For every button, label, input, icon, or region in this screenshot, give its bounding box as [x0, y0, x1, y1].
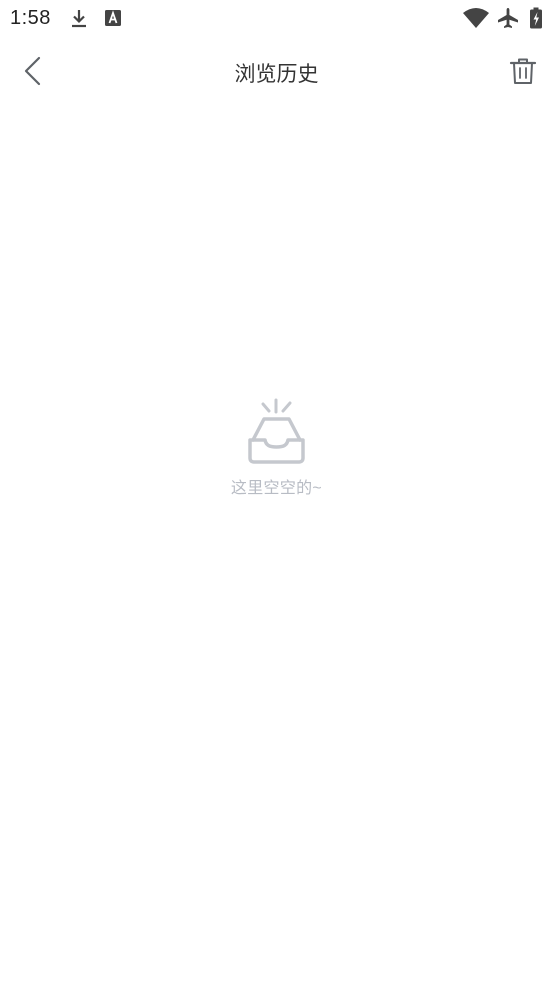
app-bar: 浏览历史: [0, 36, 553, 106]
download-icon: [68, 7, 90, 29]
airplane-mode-icon: [496, 7, 520, 29]
battery-charging-icon: [529, 7, 543, 29]
trash-icon: [509, 58, 537, 84]
status-time: 1:58: [10, 7, 51, 29]
wifi-icon: [462, 7, 490, 29]
clear-history-button[interactable]: [506, 55, 540, 89]
empty-state: 这里空空的~: [0, 398, 553, 498]
font-app-icon: [103, 7, 123, 29]
empty-message: 这里空空的~: [230, 480, 323, 497]
status-bar: 1:58: [0, 0, 553, 36]
page-title: 浏览历史: [234, 63, 319, 86]
empty-inbox-icon: [247, 398, 305, 464]
